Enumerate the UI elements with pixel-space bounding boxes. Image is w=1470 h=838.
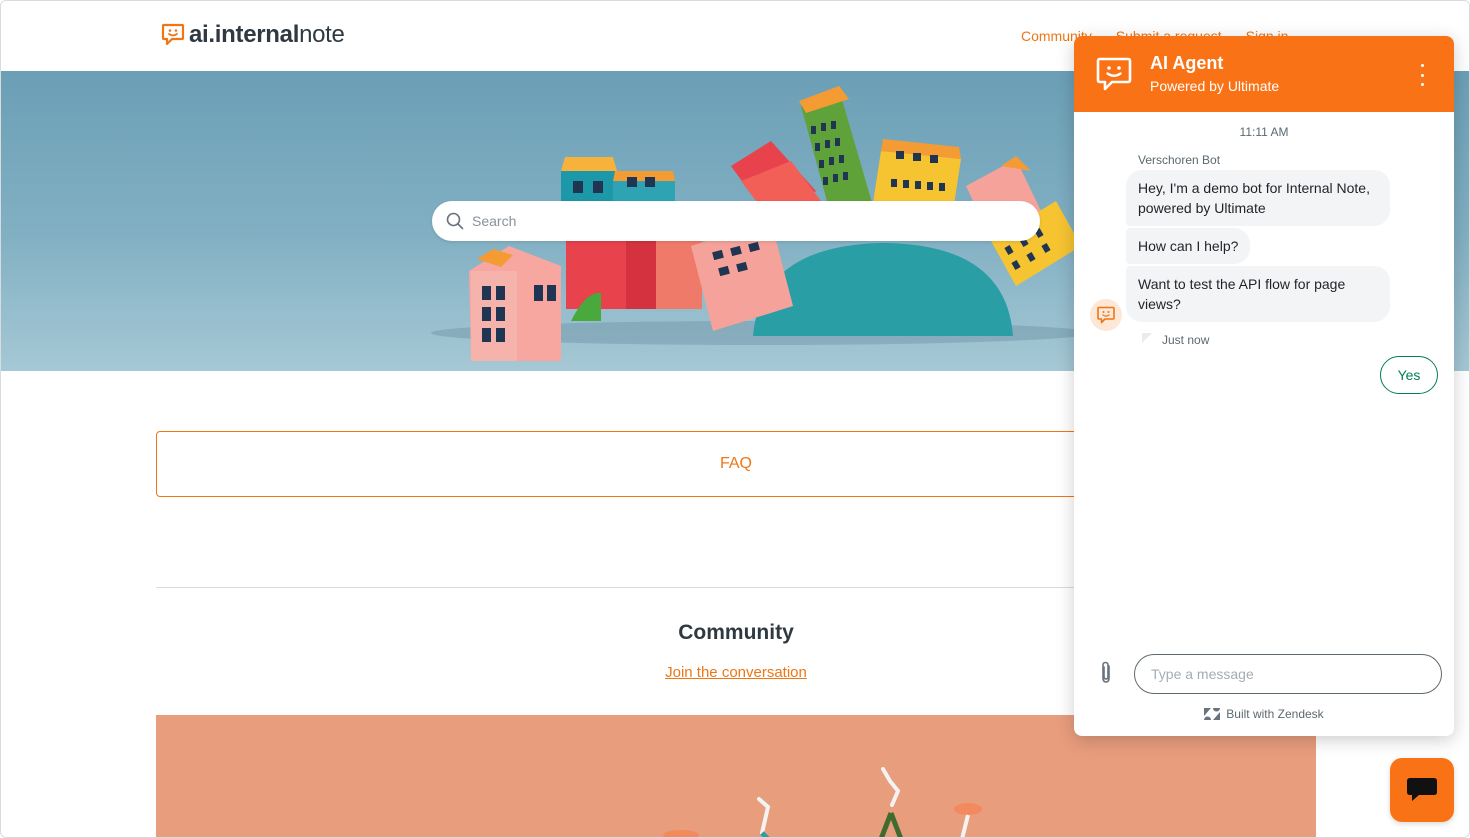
bot-message: Hey, I'm a demo bot for Internal Note, p…	[1126, 170, 1390, 226]
quick-reply-yes-button[interactable]: Yes	[1380, 356, 1438, 394]
chat-bubble-icon	[1407, 778, 1437, 801]
site-logo[interactable]: ai.internalnote	[161, 21, 345, 49]
paperclip-icon[interactable]	[1096, 660, 1116, 686]
search-icon	[446, 212, 464, 230]
chat-timestamp: 11:11 AM	[1239, 125, 1289, 139]
chat-header: AI Agent Powered by Ultimate	[1074, 36, 1454, 112]
search-bar[interactable]	[432, 201, 1040, 241]
zendesk-footer[interactable]: Built with Zendesk	[1074, 707, 1454, 721]
bot-avatar	[1090, 299, 1122, 331]
chat-launcher-button[interactable]	[1390, 758, 1454, 822]
smile-chat-icon	[161, 23, 185, 46]
chat-widget: AI Agent Powered by Ultimate 11:11 AM Ve…	[1074, 36, 1454, 736]
chat-title: AI Agent	[1150, 53, 1224, 73]
smile-chat-icon	[1096, 57, 1132, 91]
chat-sender-name: Verschoren Bot	[1138, 153, 1221, 167]
search-input[interactable]	[472, 213, 992, 229]
join-conversation-link[interactable]: Join the conversation	[665, 664, 807, 681]
zendesk-footer-text: Built with Zendesk	[1226, 707, 1324, 721]
message-tail-icon	[1142, 333, 1152, 343]
chat-subtitle: Powered by Ultimate	[1150, 78, 1280, 94]
message-status: Just now	[1162, 333, 1210, 347]
more-vertical-icon[interactable]	[1414, 64, 1430, 86]
bot-message: Want to test the API flow for page views…	[1126, 266, 1390, 322]
logo-text: ai.internalnote	[189, 21, 345, 48]
message-input[interactable]	[1134, 654, 1442, 694]
smile-chat-icon	[1097, 306, 1115, 324]
zendesk-icon	[1204, 708, 1221, 720]
bot-message: How can I help?	[1126, 228, 1251, 264]
